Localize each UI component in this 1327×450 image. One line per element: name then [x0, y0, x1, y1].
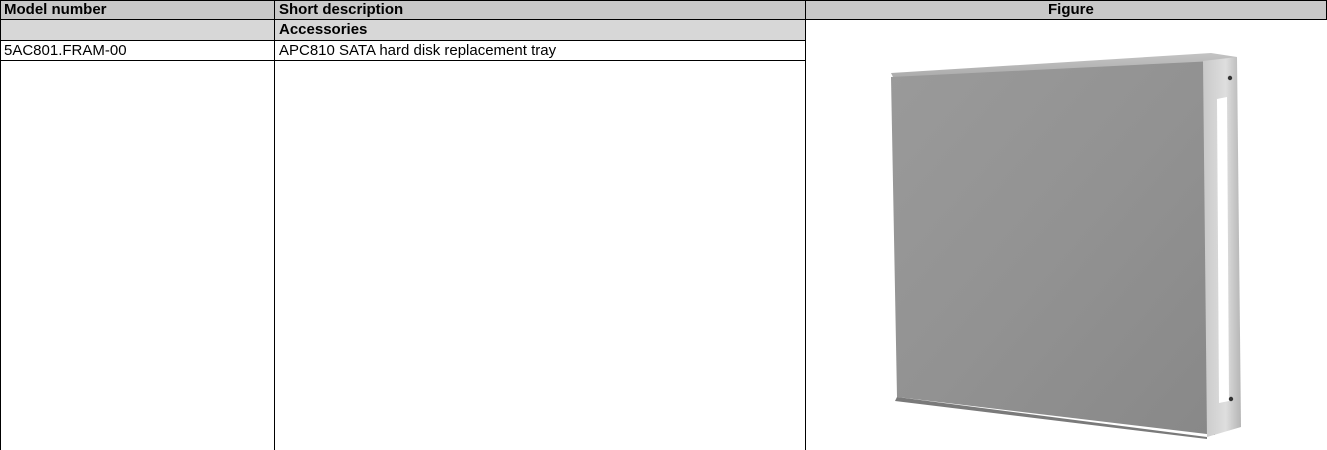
column-header-figure: Figure	[1048, 1, 1094, 18]
hard-disk-tray-image	[885, 51, 1245, 439]
table-border-top	[0, 0, 1327, 1]
product-table: Model number Short description Figure Ac…	[0, 0, 1327, 450]
column-divider-2	[805, 0, 806, 450]
table-header-row	[0, 0, 1327, 19]
group-heading-row	[0, 20, 806, 40]
table-row-model-number: 5AC801.FRAM-00	[4, 42, 127, 59]
table-row-short-description: APC810 SATA hard disk replacement tray	[279, 42, 557, 59]
column-divider-1	[274, 0, 275, 450]
column-header-model-number: Model number	[4, 1, 107, 18]
column-header-short-description: Short description	[279, 1, 404, 18]
table-border-left	[0, 0, 1, 450]
table-row-divider	[0, 60, 806, 61]
table-header-divider	[0, 19, 1327, 20]
table-group-divider	[0, 40, 806, 41]
group-heading-accessories: Accessories	[279, 21, 368, 38]
